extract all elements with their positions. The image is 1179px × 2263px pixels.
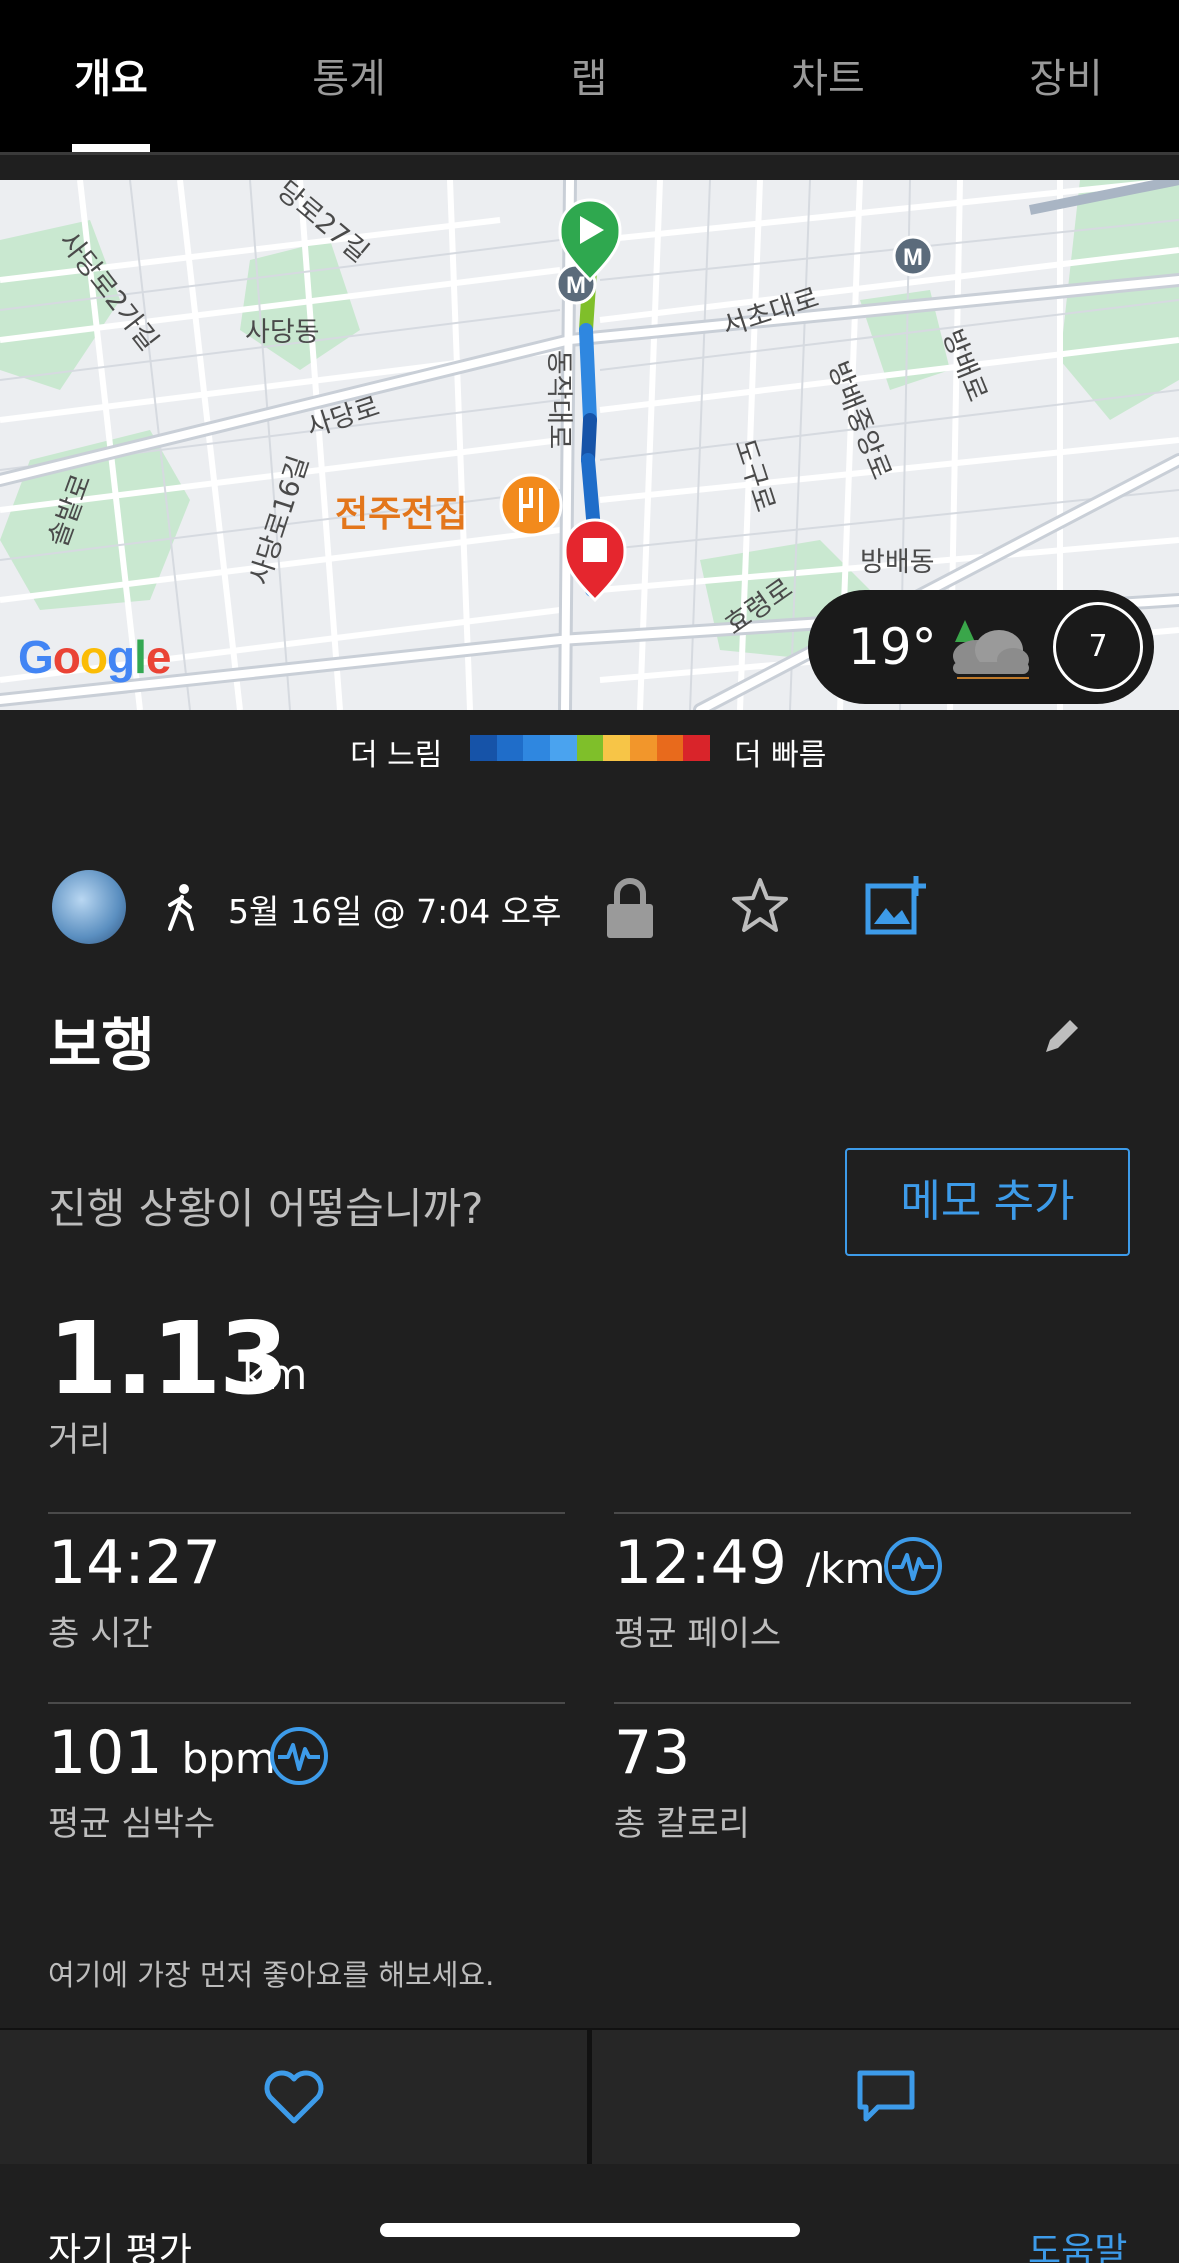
divider	[48, 1702, 565, 1704]
legend-swatch	[576, 735, 604, 761]
legend-swatch	[656, 735, 684, 761]
pace-legend: 더 느림 더 빠름	[0, 730, 1179, 773]
map-label: 방배동	[860, 547, 935, 578]
legend-swatch	[496, 735, 524, 761]
comment-button[interactable]	[592, 2028, 1179, 2164]
self-rating-heading: 자기 평가	[48, 2231, 192, 2263]
home-indicator[interactable]	[380, 2223, 800, 2237]
avg-pace-value: 12:49	[614, 1528, 787, 1598]
activity-datetime: 5월 16일 @ 7:04 오후	[228, 892, 562, 931]
avg-hr-value: 101	[48, 1718, 163, 1788]
legend-color-bar	[470, 735, 711, 761]
edit-icon[interactable]	[1040, 1014, 1084, 1058]
legend-fast-label: 더 빠름	[734, 738, 827, 773]
svg-text:M: M	[566, 272, 586, 299]
total-time-label: 총 시간	[48, 1614, 153, 1654]
tab-bar: 개요 통계 랩 차트 장비	[0, 0, 1179, 155]
lock-icon[interactable]	[603, 876, 657, 940]
total-time-value: 14:27	[48, 1528, 221, 1598]
avg-hr: 101 bpm	[48, 1718, 276, 1788]
add-photo-icon[interactable]	[864, 874, 928, 938]
avg-pace-label: 평균 페이스	[614, 1614, 782, 1654]
legend-swatch	[550, 735, 577, 761]
active-tab-indicator	[72, 144, 150, 152]
avg-pace: 12:49 /km	[614, 1528, 885, 1598]
divider	[614, 1702, 1131, 1704]
heart-rate-chart-icon[interactable]	[268, 1725, 330, 1787]
divider	[614, 1512, 1131, 1514]
tab-laps[interactable]: 랩	[571, 46, 608, 104]
help-link[interactable]: 도움말	[1028, 2222, 1127, 2263]
google-logo: Google	[18, 631, 171, 683]
weather-badge: 19° 7	[808, 590, 1154, 704]
legend-swatch	[470, 735, 497, 761]
avg-hr-label: 평균 심박수	[48, 1804, 216, 1844]
metro-marker: M	[892, 235, 934, 277]
poi-label: 전주전집	[335, 494, 468, 535]
tab-overview[interactable]: 개요	[74, 46, 148, 104]
add-memo-button[interactable]: 메모 추가	[845, 1148, 1130, 1256]
walking-icon	[168, 884, 194, 931]
map-label: 동작대로	[543, 349, 575, 450]
legend-swatch	[630, 735, 657, 761]
svg-text:M: M	[903, 244, 923, 271]
heart-icon	[264, 2070, 323, 2124]
avg-hr-unit: bpm	[181, 1734, 276, 1783]
calories-label: 총 칼로리	[614, 1804, 750, 1844]
star-icon[interactable]	[730, 876, 790, 936]
avg-pace-unit: /km	[806, 1544, 886, 1593]
calories-value: 73	[614, 1718, 691, 1788]
restaurant-pin-icon	[499, 473, 563, 537]
legend-slow-label: 더 느림	[350, 738, 443, 773]
avatar[interactable]	[52, 870, 126, 944]
divider	[48, 1512, 565, 1514]
map-label: 사당동	[245, 317, 320, 348]
comment-icon	[857, 2070, 914, 2122]
legend-swatch	[603, 735, 631, 761]
route-map[interactable]: M M 사당로2가길 사당동 사당로 사당로16길 솔밭로 서초대로 방배중앙로…	[0, 180, 1179, 710]
distance-label: 거리	[48, 1420, 111, 1460]
progress-question: 진행 상황이 어떻습니까?	[48, 1184, 484, 1233]
likes-prompt: 여기에 가장 먼저 좋아요를 해보세요.	[48, 1958, 495, 1992]
tab-stats[interactable]: 통계	[312, 46, 386, 104]
tab-charts[interactable]: 차트	[791, 46, 865, 104]
distance-unit: km	[242, 1350, 308, 1399]
tab-gear[interactable]: 장비	[1029, 46, 1103, 104]
pace-chart-icon[interactable]	[882, 1535, 944, 1597]
activity-title: 보행	[48, 1011, 155, 1079]
legend-swatch	[523, 735, 551, 761]
wind-indicator: 7	[1053, 602, 1143, 692]
legend-swatch	[683, 735, 711, 761]
temperature: 19°	[848, 618, 937, 676]
like-button[interactable]	[0, 2028, 587, 2164]
rain-cloud-icon	[953, 620, 1029, 679]
